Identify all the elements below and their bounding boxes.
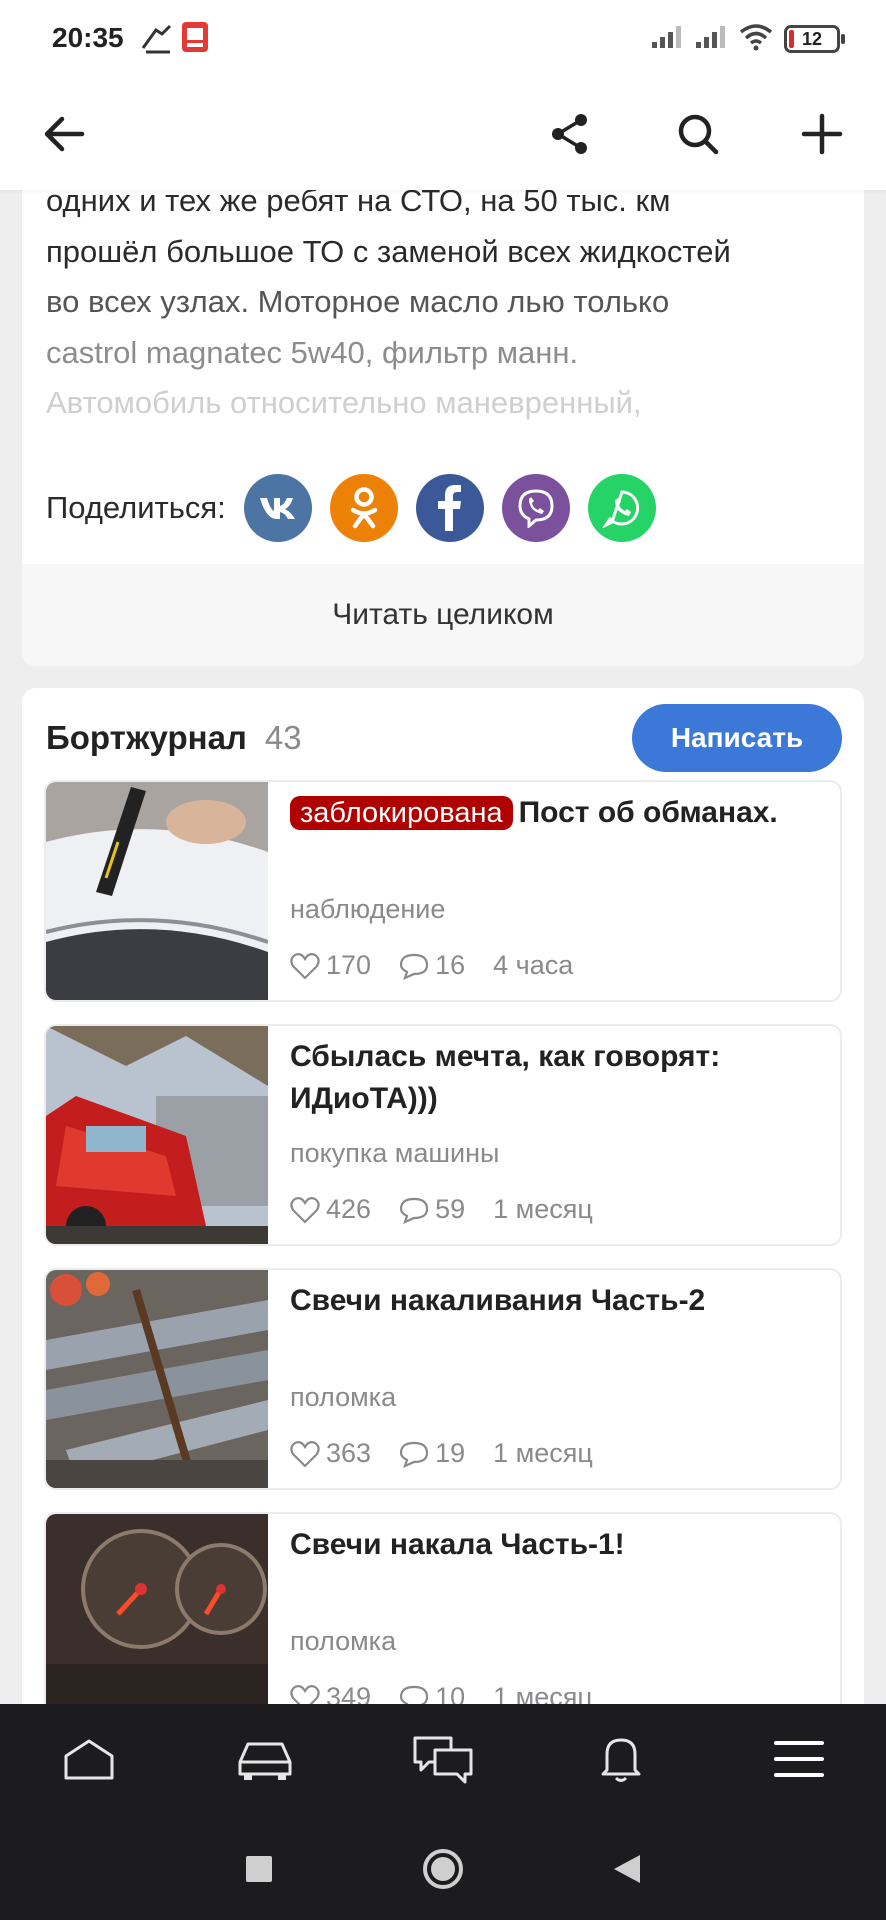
heart-icon [290, 1440, 320, 1468]
home-icon [64, 1739, 114, 1780]
back-button[interactable] [30, 100, 98, 168]
post-thumbnail [46, 782, 268, 1000]
post-tag: поломка [290, 1382, 397, 1412]
facebook-icon [437, 485, 461, 531]
post-tag: наблюдение [290, 894, 446, 924]
add-button[interactable] [788, 100, 856, 168]
logbook-count: 43 [264, 719, 302, 756]
viber-share-button[interactable] [501, 474, 570, 542]
comment-icon [399, 1441, 429, 1468]
nav-garage[interactable] [230, 1726, 300, 1792]
logbook-post[interactable]: Свечи накала Часть-1! поломка 349 10 1 м… [44, 1512, 842, 1728]
post-likes: 170 [290, 950, 371, 981]
logbook-post[interactable]: заблокирована Пост об обманах. наблюдение… [44, 780, 842, 1002]
logbook-card: Бортжурнал 43 Написать заблокирована Пост… [22, 688, 864, 1728]
post-meta: 170 16 4 часа [290, 950, 601, 981]
post-time: 1 месяц [493, 1438, 593, 1468]
post-tag: поломка [290, 1626, 397, 1656]
post-tag: покупка машины [290, 1138, 500, 1168]
post-thumbnail [46, 1514, 268, 1728]
whatsapp-share-button[interactable] [587, 474, 656, 542]
chat-icon [413, 1736, 473, 1784]
nav-home[interactable] [54, 1726, 124, 1792]
heart-icon [290, 1196, 320, 1224]
viber-icon [518, 489, 554, 528]
post-time: 4 часа [493, 950, 574, 980]
post-time: 1 месяц [493, 1194, 593, 1224]
wifi-icon [738, 23, 774, 56]
post-comments: 59 [399, 1194, 465, 1225]
post-likes: 426 [290, 1194, 371, 1225]
post-meta: 363 19 1 месяц [290, 1438, 621, 1469]
bell-icon [601, 1738, 641, 1782]
logbook-post[interactable]: Свечи накаливания Часть-2 поломка 363 19… [44, 1268, 842, 1490]
bottom-navigation [0, 1704, 886, 1814]
nav-menu[interactable] [764, 1726, 834, 1792]
post-meta: 426 59 1 месяц [290, 1194, 621, 1225]
home-system-button[interactable] [418, 1844, 468, 1894]
article-line: Автомобиль относительно маневренный, [46, 385, 642, 420]
status-bar: 20:35 12 [0, 0, 886, 78]
post-thumbnail [46, 1026, 268, 1244]
logbook-title: Бортжурнал [46, 719, 247, 756]
signal-icon-2 [694, 24, 728, 55]
read-full-button[interactable]: Читать целиком [22, 564, 864, 666]
signal-icon [650, 24, 684, 55]
system-navigation [0, 1814, 886, 1920]
article-card: одних и тех же ребят на СТО, на 50 тыс. … [22, 150, 864, 666]
plus-icon [801, 113, 843, 155]
battery-level: 12 [801, 28, 823, 49]
post-comments: 19 [399, 1438, 465, 1469]
article-text: одних и тех же ребят на СТО, на 50 тыс. … [46, 150, 846, 429]
battery-icon: 12 [784, 25, 845, 53]
nav-messages[interactable] [408, 1726, 478, 1792]
post-title: Сбылась мечта, как говорят: ИДиоТА))) [290, 1040, 721, 1115]
logbook-post[interactable]: Сбылась мечта, как говорят: ИДиоТА))) по… [44, 1024, 842, 1246]
circle-icon [423, 1849, 463, 1889]
recents-button[interactable] [234, 1844, 284, 1894]
post-thumbnail [46, 1270, 268, 1488]
article-line: castrol magnatec 5w40, фильтр манн. [46, 334, 579, 370]
blocked-badge: заблокирована [290, 796, 513, 830]
search-icon [678, 114, 719, 155]
top-app-bar [0, 78, 886, 190]
post-comments: 16 [399, 950, 465, 981]
article-line: во всех узлах. Моторное масло лью только [46, 284, 670, 319]
whatsapp-icon [601, 490, 639, 528]
triangle-back-icon [614, 1855, 640, 1883]
share-icon [552, 114, 587, 154]
share-label: Поделиться: [46, 490, 226, 525]
article-line: прошёл большое ТО с заменой всех жидкост… [46, 233, 731, 269]
post-title: Свечи накала Часть-1! [290, 1528, 625, 1561]
arrow-left-icon [44, 116, 85, 152]
menu-icon [774, 1741, 824, 1777]
comment-icon [399, 1197, 429, 1224]
square-icon [246, 1856, 272, 1882]
share-row: Поделиться: [46, 472, 674, 544]
logbook-header: Бортжурнал 43 Написать [46, 704, 842, 772]
odnoklassniki-icon [350, 487, 378, 529]
write-button[interactable]: Написать [632, 704, 842, 772]
status-time: 20:35 [52, 22, 124, 53]
car-icon [238, 1742, 292, 1780]
nav-notifications[interactable] [586, 1726, 656, 1792]
back-system-button[interactable] [602, 1844, 652, 1894]
share-button[interactable] [536, 100, 604, 168]
vk-icon [259, 498, 295, 519]
comment-icon [399, 953, 429, 980]
pdf-notification-icon [180, 20, 210, 59]
post-title: Свечи накаливания Часть-2 [290, 1284, 706, 1317]
heart-icon [290, 952, 320, 980]
post-likes: 363 [290, 1438, 371, 1469]
search-button[interactable] [664, 100, 732, 168]
post-title: заблокирована Пост об обманах. [290, 792, 830, 834]
odnoklassniki-share-button[interactable] [329, 474, 398, 542]
facebook-share-button[interactable] [415, 474, 484, 542]
app-notification-icon [140, 20, 174, 61]
vk-share-button[interactable] [243, 474, 312, 542]
